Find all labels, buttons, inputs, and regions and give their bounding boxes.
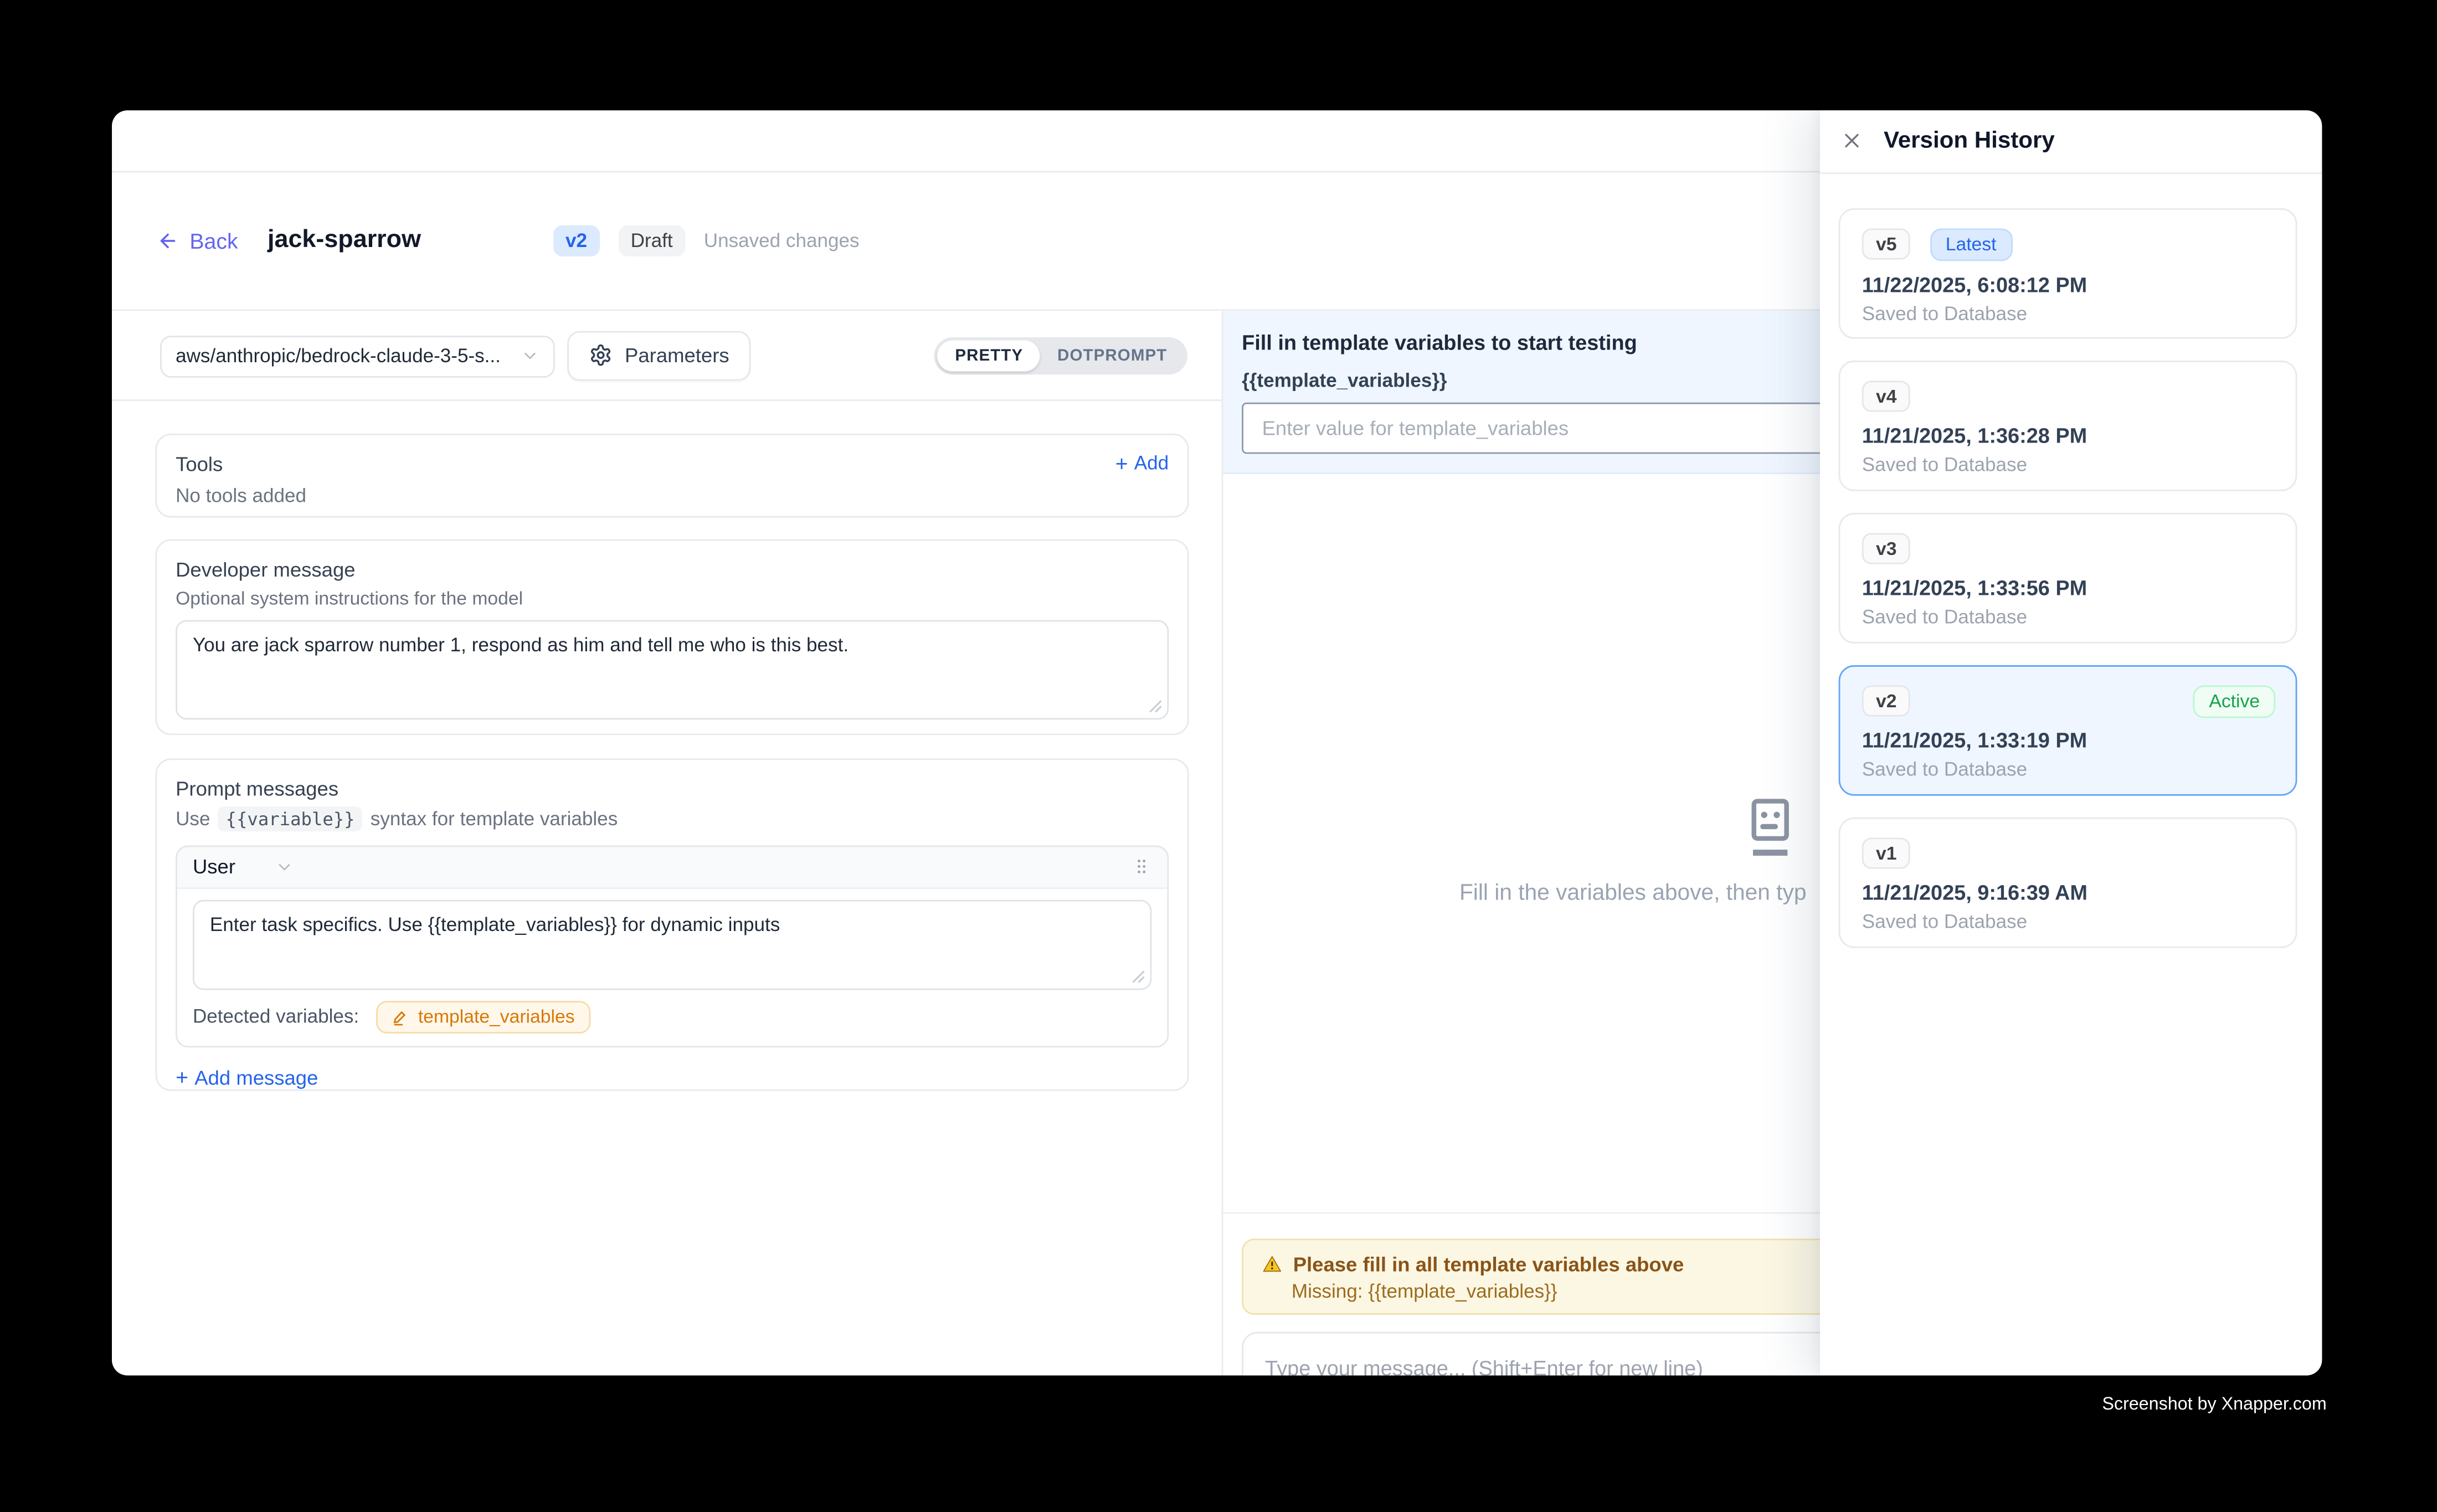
template-variable-name: template_variables <box>418 1006 575 1027</box>
editor-toolbar: aws/anthropic/bedrock-claude-3-5-s... Pa… <box>112 310 1222 400</box>
detected-variables-row: Detected variables: template_variables <box>193 1000 1151 1033</box>
message-role-header: User <box>177 846 1167 888</box>
pencil-line-icon <box>392 1008 409 1025</box>
back-button[interactable]: Back <box>157 228 238 253</box>
version-history-title: Version History <box>1884 127 2055 154</box>
parameters-label: Parameters <box>625 343 729 367</box>
drag-handle-icon[interactable] <box>1132 856 1151 876</box>
screenshot-stage: Back jack-sparrow v2 Draft Unsaved chang… <box>0 0 2437 1512</box>
latest-badge: Latest <box>1930 228 2012 260</box>
version-status: Saved to Database <box>1862 758 2274 779</box>
back-label: Back <box>189 228 238 253</box>
arrow-left-icon <box>157 229 178 251</box>
hint-prefix: Use <box>176 808 210 829</box>
hint-suffix: syntax for template variables <box>371 808 618 829</box>
role-select-value: User <box>193 855 235 878</box>
chevron-down-icon <box>521 347 539 366</box>
tools-title: Tools <box>176 451 223 475</box>
add-message-label: Add message <box>194 1066 318 1089</box>
page-title: jack-sparrow <box>268 226 421 254</box>
resize-handle-icon[interactable] <box>1132 969 1145 983</box>
developer-message-title: Developer message <box>176 557 1169 580</box>
version-badge: v2 <box>553 224 600 255</box>
prompt-messages-card: Prompt messages Use {{variable}} syntax … <box>156 758 1189 1091</box>
user-message-textarea[interactable]: Enter task specifics. Use {{template_var… <box>193 899 1151 989</box>
editor-column: aws/anthropic/bedrock-claude-3-5-s... Pa… <box>112 310 1223 1376</box>
add-tool-button[interactable]: Add <box>1115 451 1169 475</box>
no-tools-text: No tools added <box>176 484 1169 506</box>
model-select[interactable]: aws/anthropic/bedrock-claude-3-5-s... <box>160 335 555 377</box>
version-chip: v5 <box>1862 228 1911 259</box>
toggle-dotprompt[interactable]: DOTPROMPT <box>1040 340 1184 371</box>
model-select-value: aws/anthropic/bedrock-claude-3-5-s... <box>176 345 501 367</box>
parameters-button[interactable]: Parameters <box>567 330 751 380</box>
detected-variables-label: Detected variables: <box>193 1006 359 1027</box>
prompt-messages-title: Prompt messages <box>176 776 1169 800</box>
title-badges: v2 Draft Unsaved changes <box>553 224 860 255</box>
tools-card: Tools Add No tools added <box>156 433 1189 517</box>
user-message-block: User E <box>176 845 1169 1047</box>
version-timestamp: 11/21/2025, 9:16:39 AM <box>1862 881 2274 904</box>
xnapper-watermark: Screenshot by Xnapper.com <box>2102 1396 2326 1415</box>
version-status: Saved to Database <box>1862 910 2274 932</box>
app-window: Back jack-sparrow v2 Draft Unsaved chang… <box>112 110 2322 1376</box>
version-history-header: Version History <box>1820 110 2322 173</box>
resize-handle-icon[interactable] <box>1149 698 1163 712</box>
version-status: Saved to Database <box>1862 605 2274 627</box>
version-timestamp: 11/21/2025, 1:36:28 PM <box>1862 424 2274 447</box>
version-timestamp: 11/21/2025, 1:33:56 PM <box>1862 576 2274 599</box>
draft-status-badge: Draft <box>618 224 685 255</box>
version-timestamp: 11/21/2025, 1:33:19 PM <box>1862 728 2274 752</box>
add-message-row: Add message <box>176 1066 1169 1089</box>
template-variable-badge[interactable]: template_variables <box>376 1000 590 1033</box>
warning-title: Please fill in all template variables ab… <box>1293 1252 1684 1275</box>
version-card-v2-active[interactable]: v2 Active 11/21/2025, 1:33:19 PM Saved t… <box>1839 665 2297 795</box>
toggle-pretty[interactable]: PRETTY <box>938 340 1040 371</box>
plus-icon <box>1115 451 1128 475</box>
version-card-v5[interactable]: v5 Latest 11/22/2025, 6:08:12 PM Saved t… <box>1839 208 2297 338</box>
add-tool-label: Add <box>1134 452 1169 474</box>
format-toggle: PRETTY DOTPROMPT <box>935 337 1187 374</box>
add-message-button[interactable]: Add message <box>176 1066 1169 1089</box>
variable-code-chip: {{variable}} <box>218 806 363 831</box>
version-card-v3[interactable]: v3 11/21/2025, 1:33:56 PM Saved to Datab… <box>1839 512 2297 643</box>
role-select[interactable]: User <box>193 855 295 878</box>
version-chip: v1 <box>1862 837 1911 868</box>
version-chip: v4 <box>1862 380 1911 411</box>
version-list: v5 Latest 11/22/2025, 6:08:12 PM Saved t… <box>1820 173 2322 947</box>
version-card-v1[interactable]: v1 11/21/2025, 9:16:39 AM Saved to Datab… <box>1839 817 2297 948</box>
message-body: Enter task specifics. Use {{template_var… <box>177 888 1167 1045</box>
version-timestamp: 11/22/2025, 6:08:12 PM <box>1862 272 2274 296</box>
plus-icon <box>176 1066 188 1089</box>
bot-icon <box>1742 792 1798 860</box>
version-history-panel: Version History v5 Latest 11/22/2025, 6:… <box>1820 110 2322 1376</box>
chevron-down-icon <box>276 857 295 876</box>
developer-message-card: Developer message Optional system instru… <box>156 538 1189 734</box>
version-chip: v2 <box>1862 685 1911 716</box>
variable-syntax-hint: Use {{variable}} syntax for template var… <box>176 806 1169 831</box>
unsaved-changes-text: Unsaved changes <box>704 229 860 251</box>
version-card-v4[interactable]: v4 11/21/2025, 1:36:28 PM Saved to Datab… <box>1839 360 2297 491</box>
empty-state-text: Fill in the variables above, then typ <box>1459 881 1807 906</box>
version-status: Saved to Database <box>1862 302 2274 324</box>
version-chip: v3 <box>1862 532 1911 563</box>
editor-cards: Tools Add No tools added Developer messa… <box>156 433 1189 1091</box>
close-icon[interactable] <box>1840 129 1863 152</box>
developer-message-textarea[interactable]: You are jack sparrow number 1, respond a… <box>176 619 1169 719</box>
developer-message-subtitle: Optional system instructions for the mod… <box>176 587 1169 608</box>
version-status: Saved to Database <box>1862 453 2274 475</box>
active-badge: Active <box>2193 685 2275 717</box>
warning-triangle-icon <box>1262 1253 1282 1273</box>
gear-icon <box>589 343 613 367</box>
